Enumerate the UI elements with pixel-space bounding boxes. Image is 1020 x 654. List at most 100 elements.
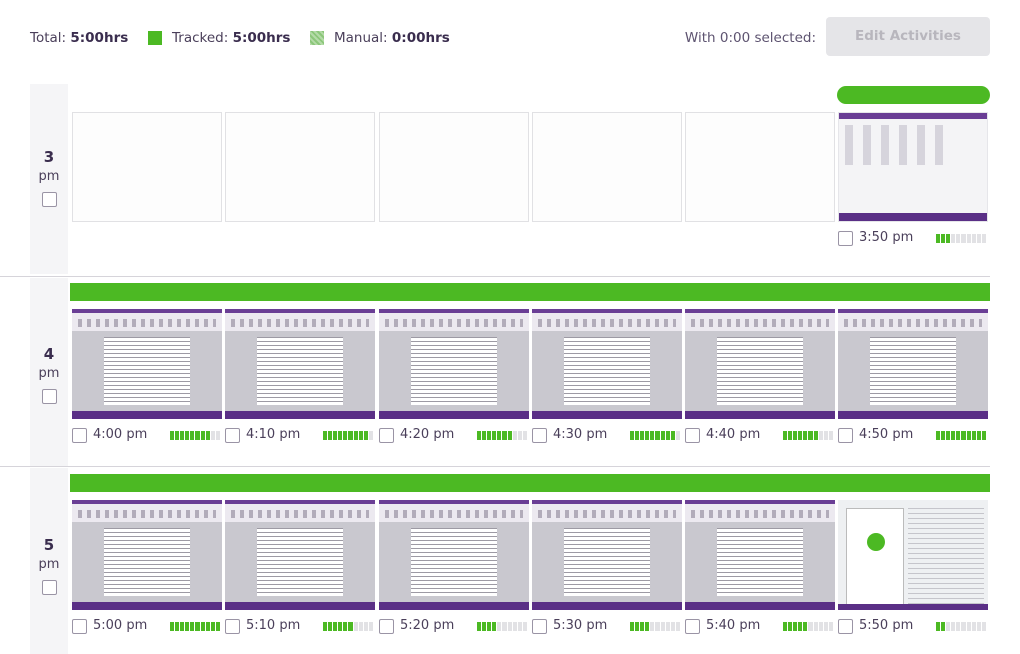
screenshot-select-checkbox[interactable] — [225, 619, 240, 634]
activity-segment — [487, 431, 492, 440]
activity-segment — [981, 234, 986, 243]
activity-segment — [190, 431, 195, 440]
screenshot-time: 5:10 pm — [246, 618, 301, 633]
activity-segment — [487, 622, 492, 631]
screenshot-thumbnail[interactable] — [838, 112, 988, 222]
activity-segment — [971, 622, 976, 631]
window-ribbon — [532, 309, 682, 331]
activity-segment — [180, 431, 185, 440]
activity-segment — [665, 431, 670, 440]
screenshot-thumbnail[interactable] — [225, 500, 375, 610]
desktop-icons — [845, 125, 945, 165]
activity-segment — [195, 622, 200, 631]
hour-select-checkbox[interactable] — [42, 192, 57, 207]
activity-segment — [170, 622, 175, 631]
activity-segment — [941, 431, 946, 440]
total-value: 5:00hrs — [70, 30, 129, 46]
screenshot-thumbnail[interactable] — [379, 309, 529, 419]
activity-segment — [348, 622, 353, 631]
activity-segment — [175, 622, 180, 631]
activity-segment — [195, 431, 200, 440]
screenshot-select-checkbox[interactable] — [379, 428, 394, 443]
activity-segment — [630, 431, 635, 440]
activity-level-meter — [477, 431, 527, 440]
activity-level-meter — [936, 431, 986, 440]
hour-select-checkbox[interactable] — [42, 389, 57, 404]
screenshot-select-checkbox[interactable] — [379, 619, 394, 634]
screenshot-select-checkbox[interactable] — [838, 428, 853, 443]
screenshot-meta: 4:00 pm — [72, 427, 222, 444]
activity-segment — [798, 431, 803, 440]
screenshot-thumbnail[interactable] — [532, 309, 682, 419]
activity-segment — [477, 622, 482, 631]
empty-screenshot-placeholder — [685, 112, 835, 222]
taskbar — [838, 604, 988, 610]
taskbar — [72, 411, 222, 419]
screenshot-select-checkbox[interactable] — [72, 619, 87, 634]
activity-segment — [818, 431, 823, 440]
screenshot-thumbnail[interactable] — [225, 309, 375, 419]
document-page — [405, 333, 503, 409]
activity-segment — [966, 622, 971, 631]
screenshot-thumbnail[interactable] — [685, 500, 835, 610]
total-stat: Total: 5:00hrs — [30, 30, 128, 46]
screenshot-select-checkbox[interactable] — [685, 619, 700, 634]
taskbar — [225, 602, 375, 610]
activity-segment — [333, 622, 338, 631]
activity-segment — [971, 431, 976, 440]
hour-divider — [0, 466, 990, 467]
activity-segment — [966, 234, 971, 243]
window-ribbon — [379, 500, 529, 522]
document-page — [711, 524, 809, 600]
screenshot-select-checkbox[interactable] — [72, 428, 87, 443]
screenshot-thumbnail[interactable] — [838, 500, 988, 610]
activity-segment — [670, 431, 675, 440]
hour-divider — [0, 276, 990, 277]
hour-ampm: pm — [38, 557, 60, 572]
screenshot-select-checkbox[interactable] — [838, 619, 853, 634]
activity-segment — [788, 622, 793, 631]
empty-screenshot-placeholder — [379, 112, 529, 222]
hour-label: 4 pm — [30, 278, 68, 466]
activity-segment — [507, 622, 512, 631]
activity-segment — [368, 431, 373, 440]
screenshot-select-checkbox[interactable] — [225, 428, 240, 443]
hour-number: 5 — [43, 536, 55, 554]
activity-segment — [492, 622, 497, 631]
document-page — [405, 524, 503, 600]
activity-level-meter — [323, 431, 373, 440]
screenshot-thumbnail[interactable] — [379, 500, 529, 610]
window-ribbon — [685, 309, 835, 331]
activity-segment — [502, 622, 507, 631]
edit-activities-button[interactable]: Edit Activities — [826, 17, 990, 56]
screenshot-select-checkbox[interactable] — [532, 428, 547, 443]
taskbar — [379, 602, 529, 610]
manual-swatch — [310, 31, 324, 45]
screenshot-select-checkbox[interactable] — [838, 231, 853, 246]
screenshot-thumbnail[interactable] — [72, 500, 222, 610]
activity-segment — [783, 622, 788, 631]
screenshot-thumbnail[interactable] — [72, 309, 222, 419]
screenshot-meta: 4:20 pm — [379, 427, 529, 444]
screenshot-thumbnail[interactable] — [838, 309, 988, 419]
activity-segment — [961, 431, 966, 440]
activity-segment — [951, 622, 956, 631]
activity-segment — [808, 431, 813, 440]
activity-segment — [818, 622, 823, 631]
activity-segment — [512, 431, 517, 440]
activity-segment — [348, 431, 353, 440]
screenshot-thumbnail[interactable] — [685, 309, 835, 419]
screenshot-thumbnail[interactable] — [532, 500, 682, 610]
activity-segment — [675, 622, 680, 631]
document-page — [558, 333, 656, 409]
activity-segment — [946, 234, 951, 243]
screenshot-select-checkbox[interactable] — [685, 428, 700, 443]
activity-segment — [635, 431, 640, 440]
screenshot-time: 5:20 pm — [400, 618, 455, 633]
hour-label: 5 pm — [30, 468, 68, 654]
tracked-swatch — [148, 31, 162, 45]
screenshot-select-checkbox[interactable] — [532, 619, 547, 634]
window-ribbon — [379, 309, 529, 331]
hour-select-checkbox[interactable] — [42, 580, 57, 595]
taskbar — [532, 411, 682, 419]
